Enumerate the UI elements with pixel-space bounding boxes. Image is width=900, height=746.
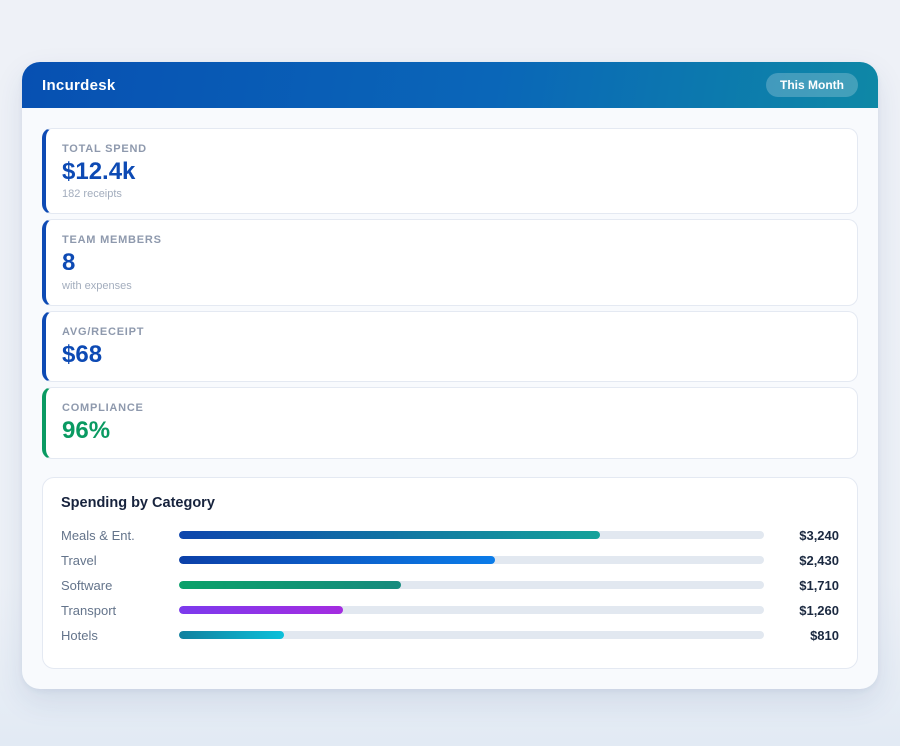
stat-label: COMPLIANCE — [62, 402, 841, 414]
app-title: Incurdesk — [42, 77, 116, 94]
period-badge[interactable]: This Month — [766, 73, 858, 97]
stat-value: $68 — [62, 342, 841, 368]
stat-label: AVG/RECEIPT — [62, 326, 841, 338]
incurdesk-panel: Incurdesk This Month TOTAL SPEND $12.4k … — [22, 62, 878, 689]
category-label: Software — [61, 578, 179, 593]
category-value: $1,260 — [773, 603, 839, 618]
bar-hotels — [179, 631, 284, 639]
bar-track — [179, 531, 764, 539]
bar-track — [179, 606, 764, 614]
category-label: Travel — [61, 553, 179, 568]
stat-value: $12.4k — [62, 159, 841, 185]
chart-title: Spending by Category — [61, 495, 839, 511]
app-header: Incurdesk This Month — [22, 62, 878, 108]
stat-value: 96% — [62, 418, 841, 444]
stat-value: 8 — [62, 250, 841, 276]
page-background: Incurdesk This Month TOTAL SPEND $12.4k … — [0, 0, 900, 746]
bar-track — [179, 556, 764, 564]
stats-list: TOTAL SPEND $12.4k 182 receipts TEAM MEM… — [42, 128, 858, 459]
bar-meals — [179, 531, 600, 539]
category-value: $3,240 — [773, 528, 839, 543]
stat-subtext: 182 receipts — [62, 188, 841, 200]
spending-by-category-card: Spending by Category Meals & Ent. $3,240… — [42, 477, 858, 669]
chart-row-travel: Travel $2,430 — [61, 548, 839, 573]
stat-card-compliance: COMPLIANCE 96% — [42, 387, 858, 458]
chart-rows: Meals & Ent. $3,240 Travel $2,430 — [61, 523, 839, 648]
stat-label: TEAM MEMBERS — [62, 234, 841, 246]
category-value: $2,430 — [773, 553, 839, 568]
category-label: Transport — [61, 603, 179, 618]
stat-card-avg-receipt: AVG/RECEIPT $68 — [42, 311, 858, 382]
stat-label: TOTAL SPEND — [62, 143, 841, 155]
bar-software — [179, 581, 401, 589]
bar-track — [179, 631, 764, 639]
category-value: $810 — [773, 628, 839, 643]
chart-row-transport: Transport $1,260 — [61, 598, 839, 623]
stat-card-team-members: TEAM MEMBERS 8 with expenses — [42, 219, 858, 305]
bar-travel — [179, 556, 495, 564]
category-label: Meals & Ent. — [61, 528, 179, 543]
category-label: Hotels — [61, 628, 179, 643]
bar-transport — [179, 606, 343, 614]
bar-track — [179, 581, 764, 589]
chart-row-meals: Meals & Ent. $3,240 — [61, 523, 839, 548]
chart-row-software: Software $1,710 — [61, 573, 839, 598]
stat-subtext: with expenses — [62, 280, 841, 292]
stat-card-total-spend: TOTAL SPEND $12.4k 182 receipts — [42, 128, 858, 214]
category-value: $1,710 — [773, 578, 839, 593]
chart-row-hotels: Hotels $810 — [61, 623, 839, 648]
panel-body: TOTAL SPEND $12.4k 182 receipts TEAM MEM… — [22, 108, 878, 689]
